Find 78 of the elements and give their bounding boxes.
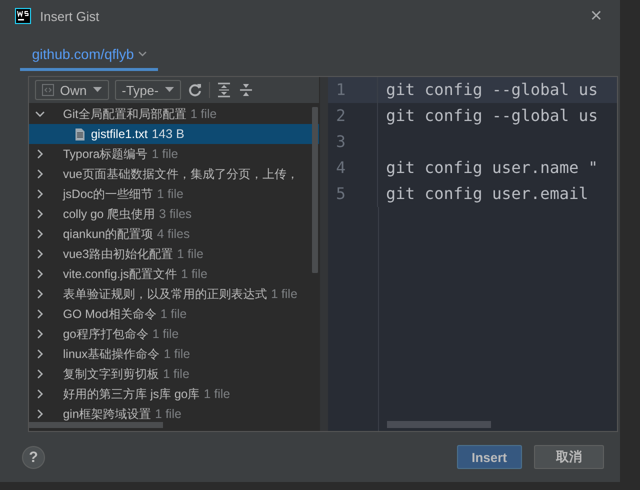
gist-row[interactable]: go程序打包命令 1 file <box>29 324 319 344</box>
gist-name: jsDoc的一些细节 <box>63 186 154 202</box>
gist-name: 表单验证规则，以及常用的正则表达式 <box>63 286 267 302</box>
gist-name: vite.config.js配置文件 <box>63 266 178 282</box>
splitter-handle[interactable] <box>320 77 328 431</box>
cancel-button[interactable]: 取消 <box>534 445 604 469</box>
file-count: 1 file <box>160 307 187 321</box>
scrollbar-thumb[interactable] <box>387 421 491 428</box>
line-number: 2 <box>328 103 378 129</box>
gist-name: 复制文字到剪切板 <box>63 366 159 382</box>
gist-name: 好用的第三方库 js库 go库 <box>63 386 200 402</box>
file-count: 1 file <box>271 287 298 301</box>
gist-name: colly go 爬虫使用 <box>63 206 156 222</box>
gist-row[interactable]: vite.config.js配置文件 1 file <box>29 264 319 284</box>
gist-row[interactable]: GO Mod相关命令 1 file <box>29 304 319 324</box>
file-count: 1 file <box>152 147 178 161</box>
chevron-down-icon <box>138 51 147 57</box>
owner-dropdown[interactable]: Own <box>35 80 109 100</box>
window-title: Insert Gist <box>40 8 100 24</box>
gist-name: gin框架跨域设置 <box>63 406 152 422</box>
code-text: git config user.email <box>385 183 590 205</box>
gist-row[interactable]: vue3路由初始化配置 1 file <box>29 244 319 264</box>
gist-name: vue3路由初始化配置 <box>63 246 174 262</box>
gist-name: linux基础操作命令 <box>63 346 160 362</box>
app-logo-icon <box>15 8 31 24</box>
line-number: 3 <box>328 129 378 155</box>
file-count: 1 file <box>181 267 208 281</box>
file-count: 1 file <box>190 107 217 121</box>
caret-icon <box>92 87 102 93</box>
code-icon <box>42 84 54 96</box>
close-button[interactable]: × <box>586 6 606 26</box>
file-count: 1 file <box>155 407 182 421</box>
caret-icon <box>164 87 174 93</box>
gist-row[interactable]: vue页面基础数据文件，集成了分页，上传， <box>29 164 319 184</box>
file-count: 1 file <box>157 187 184 201</box>
gist-name: qiankun的配置项 <box>63 226 154 242</box>
file-name: gistfile1.txt <box>91 127 148 141</box>
file-count: 3 files <box>159 207 192 221</box>
type-dropdown[interactable]: -Type- <box>114 80 181 100</box>
expand-all-icon[interactable] <box>216 82 232 98</box>
file-size: 143 B <box>152 127 184 141</box>
insert-button[interactable]: Insert <box>456 445 522 469</box>
gist-name: GO Mod相关命令 <box>63 306 156 322</box>
gist-row[interactable]: gin框架跨域设置 1 file <box>29 404 319 422</box>
file-count: 1 file <box>177 247 204 261</box>
scrollbar-thumb[interactable] <box>29 422 163 428</box>
file-count: 1 file <box>152 327 179 341</box>
account-tab[interactable]: github.com/qflyb <box>20 40 158 71</box>
code-text: git config user.name " <box>385 157 599 179</box>
line-number: 1 <box>328 77 378 103</box>
gist-row[interactable]: linux基础操作命令 1 file <box>29 344 319 364</box>
file-count: 1 file <box>164 347 190 361</box>
file-count: 1 file <box>163 367 190 381</box>
gist-row[interactable]: 表单验证规则，以及常用的正则表达式 1 file <box>29 284 319 304</box>
gist-name: go程序打包命令 <box>63 326 148 342</box>
help-button[interactable]: ? <box>22 446 45 468</box>
code-text: git config --global us <box>378 77 617 103</box>
line-number: 5 <box>328 181 378 207</box>
gist-row[interactable]: 复制文字到剪切板 1 file <box>29 364 319 384</box>
file-count: 1 file <box>204 387 230 401</box>
gist-row[interactable]: Typora标题编号 1 file <box>29 144 319 164</box>
line-number: 4 <box>328 155 378 181</box>
gist-row[interactable]: colly go 爬虫使用 3 files <box>29 204 319 224</box>
file-icon <box>75 128 85 140</box>
gist-row[interactable]: jsDoc的一些细节 1 file <box>29 184 319 204</box>
file-row[interactable]: gistfile1.txt 143 B <box>29 124 319 144</box>
gist-name: vue页面基础数据文件，集成了分页，上传， <box>63 166 298 182</box>
collapse-all-icon[interactable] <box>238 82 254 98</box>
gist-name: Git全局配置和局部配置 <box>63 106 186 122</box>
gist-row[interactable]: qiankun的配置项 4 files <box>29 224 319 244</box>
scrollbar-thumb[interactable] <box>312 107 318 273</box>
refresh-icon[interactable] <box>186 82 203 98</box>
gist-name: Typora标题编号 <box>63 146 148 162</box>
file-count: 4 files <box>157 227 190 241</box>
chevron-down-icon <box>35 109 45 119</box>
gist-row[interactable]: Git全局配置和局部配置 1 file <box>29 104 319 124</box>
code-text: git config --global us <box>385 105 599 127</box>
gist-row[interactable]: 好用的第三方库 js库 go库 1 file <box>29 384 319 404</box>
